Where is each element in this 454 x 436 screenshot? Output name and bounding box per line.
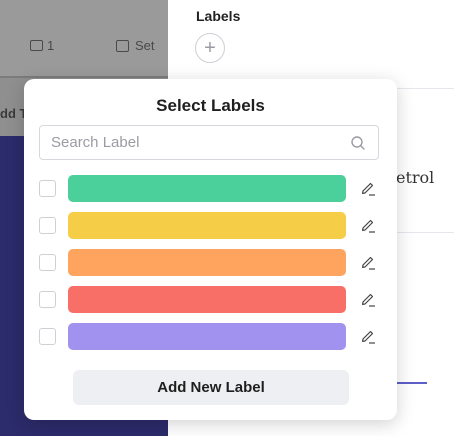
- select-labels-popup: Select Labels Search Label Add New Label: [24, 79, 397, 420]
- pencil-icon[interactable]: [359, 216, 377, 234]
- labels-heading: Labels: [196, 8, 241, 24]
- search-input[interactable]: [40, 126, 346, 159]
- pencil-icon[interactable]: [359, 327, 377, 345]
- comment-count-text: 1: [47, 38, 55, 53]
- label-checkbox[interactable]: [39, 254, 56, 271]
- divider: [396, 232, 454, 233]
- label-row: [38, 286, 378, 314]
- label-checkbox[interactable]: [39, 217, 56, 234]
- set-date: Set: [116, 38, 155, 53]
- pencil-icon[interactable]: [359, 290, 377, 308]
- comment-icon: [30, 40, 43, 51]
- label-color-swatch[interactable]: [68, 323, 346, 350]
- screen: 1 Set dd Ta Labels + etrol Select Labels: [0, 0, 454, 436]
- search-icon: [346, 131, 370, 155]
- label-color-swatch[interactable]: [68, 286, 346, 313]
- calendar-icon: [116, 39, 129, 52]
- pencil-icon[interactable]: [359, 253, 377, 271]
- comment-count: 1: [30, 38, 54, 53]
- add-new-label-button[interactable]: Add New Label: [73, 370, 349, 405]
- label-color-swatch[interactable]: [68, 249, 346, 276]
- label-color-swatch[interactable]: [68, 212, 346, 239]
- label-checkbox[interactable]: [39, 291, 56, 308]
- label-row: [38, 249, 378, 277]
- divider: [0, 76, 168, 78]
- label-checkbox[interactable]: [39, 180, 56, 197]
- add-label-circle-button[interactable]: +: [195, 33, 225, 63]
- plus-icon: +: [204, 37, 216, 59]
- pencil-icon[interactable]: [359, 179, 377, 197]
- set-date-text: Set: [135, 38, 155, 53]
- label-color-swatch[interactable]: [68, 175, 346, 202]
- partial-task-text: etrol: [396, 168, 435, 187]
- label-row: [38, 323, 378, 351]
- search-box: [39, 125, 379, 160]
- label-row: [38, 212, 378, 240]
- label-checkbox[interactable]: [39, 328, 56, 345]
- popup-title: Select Labels: [156, 96, 265, 115]
- label-row: [38, 175, 378, 203]
- progress-indicator: [396, 382, 427, 384]
